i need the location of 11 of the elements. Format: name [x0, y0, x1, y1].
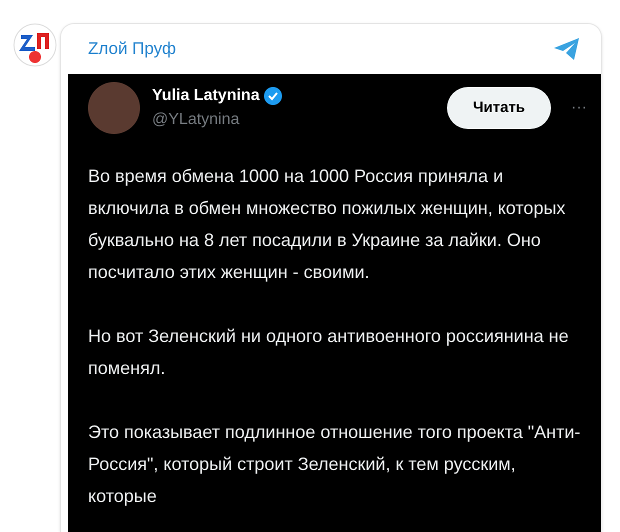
avatar	[88, 82, 140, 134]
paper-plane-icon[interactable]	[553, 37, 581, 61]
tweet-text: Это показывает подлинное отношение того проекта "Анти-Россия", который строит Зеленский, к тем русским, которые	[88, 421, 582, 508]
tweet-text: Во время обмена 1000 на 1000 Россия приняла и включила в обмен множество пожилых женщин, которых буквально на 8 лет посадили в Украине за лайки. Оно посчитало этих женщин - своими.	[88, 165, 566, 284]
channel-logo-icon[interactable]	[13, 23, 57, 67]
tweet-text: Но вот Зеленский ни одного антивоенного россиянина не поменял.	[88, 325, 570, 380]
author-handle: @YLatynina	[152, 110, 240, 130]
channel-name[interactable]: Zлой Пруф	[88, 36, 176, 62]
author-name: Yulia Latynina	[152, 86, 260, 106]
follow-button[interactable]: Читать	[447, 87, 552, 129]
more-options[interactable]: ···	[571, 96, 587, 120]
